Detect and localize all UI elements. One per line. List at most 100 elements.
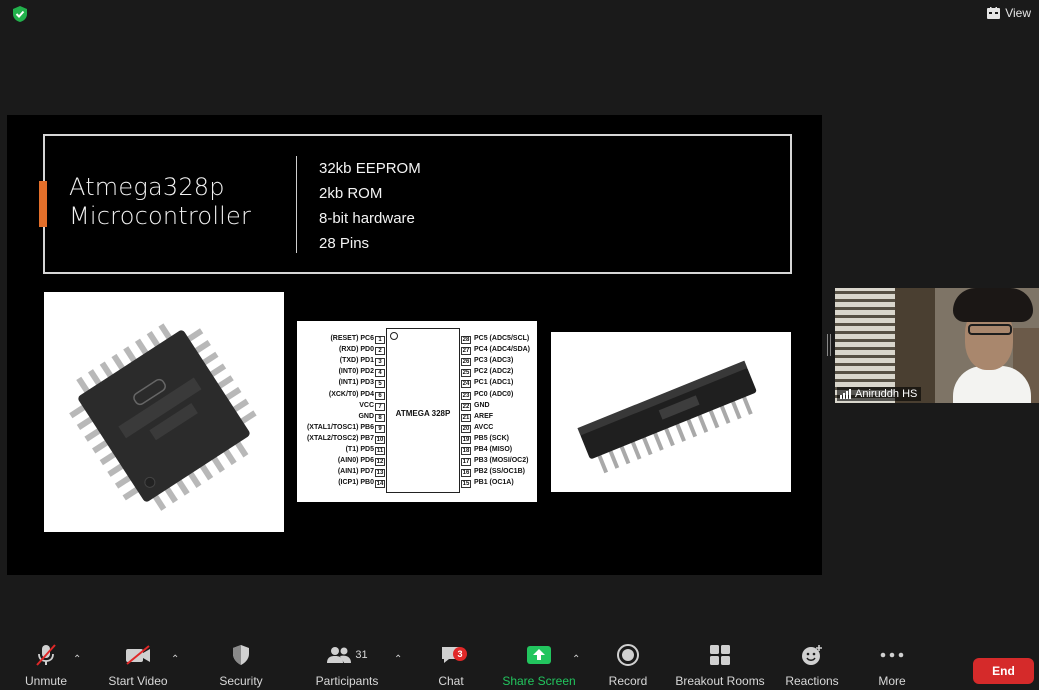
video-background-door [895,288,935,403]
audio-options-caret[interactable]: ⌃ [73,654,81,665]
pin-number-left: 11 [375,447,385,455]
unmute-label: Unmute [24,674,68,688]
pin-number-right: 16 [461,469,471,478]
pin-label-left: (XTAL1/TOSC1) PB6 [306,423,374,431]
camera-off-icon [126,645,150,665]
pin-label-left: (TXD) PD1 [339,357,374,365]
participants-options-caret[interactable]: ⌃ [394,654,402,665]
pin-number-left: 12 [375,458,385,467]
participants-icon [327,647,352,663]
breakout-rooms-icon [710,645,730,665]
panel-resize-handle[interactable] [827,334,831,356]
pin-number-right: 17 [461,458,471,467]
pin-label-right: PC5 (ADC5/SCL) [474,335,530,342]
end-meeting-button[interactable]: End [973,658,1034,684]
record-label: Record [608,674,648,688]
pin-label-left: VCC [359,401,374,409]
more-button[interactable]: More [872,640,912,690]
record-button[interactable]: Record [606,640,650,690]
pin-label-right: PC4 (ADC4/SDA) [474,346,531,354]
pin-number-left: 4 [375,369,385,378]
participants-count: 31 [355,649,368,661]
pin-label-right: PC0 (ADC0) [474,390,514,398]
pin-number-right: 28 [461,336,471,344]
dip-chip-drawing [577,360,757,474]
pin-label-right: PB5 (SCK) [474,434,510,442]
pin1-marker [390,332,398,340]
title-accent-bar [39,181,47,227]
record-icon [617,644,639,666]
slide-title-line1: Atmega328p [69,173,225,201]
reactions-label: Reactions [785,674,839,688]
security-label: Security [219,674,263,688]
dip-chip-image [551,332,791,492]
pin-label-left: (RXD) PD0 [338,346,374,354]
share-options-caret[interactable]: ⌃ [572,654,580,665]
security-button[interactable]: Security [215,640,267,690]
participant-video-tile[interactable]: Aniruddh HS [835,288,1039,403]
pin-label-right: PB3 (MOSI/OC2) [474,457,529,465]
video-person-shirt [953,366,1031,403]
pinout-diagram: ATMEGA 328P (RESET) PC6 1 (RXD) PD0 2 (TXD) … [297,321,537,502]
grid-view-icon [987,7,1001,19]
slide-title-line2: Microcontroller [69,202,252,230]
spec-item: 32kb EEPROM [319,160,421,177]
pin-label-left: (XCK/T0) PD4 [328,390,374,398]
video-options-caret[interactable]: ⌃ [171,654,179,665]
pin-number-left: 8 [375,413,385,422]
zoom-meeting-window: View Atmega328p Microcontroller 32kb EEP… [0,0,1039,690]
breakout-rooms-button[interactable]: Breakout Rooms [675,640,765,690]
video-person-hair [953,288,1033,322]
view-menu-button[interactable]: View [987,4,1031,22]
pin-number-left: 6 [375,391,385,400]
participants-label: Participants [315,674,379,688]
pin-number-right: 20 [461,424,471,433]
pin-label-left: (RESET) PC6 [330,335,374,342]
breakout-rooms-label: Breakout Rooms [675,674,765,688]
pin-label-right: PC3 (ADC3) [474,357,514,365]
microphone-muted-icon [36,644,56,666]
pinout-chip-label: ATMEGA 328P [395,409,451,418]
spec-item: 8-bit hardware [319,210,415,227]
slide-title: Atmega328p Microcontroller [69,173,251,231]
pin-number-right: 18 [461,447,471,455]
shared-screen-slide: Atmega328p Microcontroller 32kb EEPROM 2… [7,115,822,575]
spec-list: 32kb EEPROM 2kb ROM 8-bit hardware 28 Pi… [319,156,421,256]
pin-label-left: (INT0) PD2 [338,368,374,376]
pin-number-left: 14 [375,480,385,489]
view-label: View [1005,6,1031,20]
pin-label-left: (T1) PD5 [345,446,374,453]
unmute-button[interactable]: Unmute [22,640,70,690]
more-label: More [878,674,906,688]
pin-label-left: (INT1) PD3 [338,379,374,387]
share-screen-button[interactable]: Share Screen [502,640,576,690]
pin-number-right: 19 [461,435,471,444]
pin-label-left: (AIN0) PD6 [337,457,374,465]
encryption-shield-icon[interactable] [11,5,29,23]
tqfp-chip-image [44,292,284,532]
pin-number-left: 7 [375,402,385,411]
signal-strength-icon [840,389,851,399]
pin-number-right: 21 [461,413,471,422]
participants-button[interactable]: 31 Participants [313,640,381,690]
pin-label-right: AREF [474,412,494,420]
start-video-label: Start Video [108,674,168,688]
pin-number-left: 1 [375,336,385,344]
pin-number-left: 3 [375,358,385,367]
pinout-chip-body: ATMEGA 328P [386,328,460,493]
pin-label-right: PC1 (ADC1) [474,379,514,387]
pin-number-right: 27 [461,347,471,356]
participant-name: Aniruddh HS [855,388,918,400]
security-shield-icon [233,645,249,665]
video-person-glasses [968,324,1012,335]
pin-number-right: 22 [461,402,471,411]
tqfp-chip-drawing [69,323,257,511]
start-video-button[interactable]: Start Video [106,640,170,690]
pin-label-right: PB2 (SS/OC1B) [474,468,525,476]
reactions-button[interactable]: Reactions [784,640,840,690]
pin-label-right: PB4 (MISO) [474,446,513,453]
pin-number-left: 9 [375,424,385,433]
participant-name-tag: Aniruddh HS [837,387,922,401]
pin-number-left: 13 [375,469,385,478]
spec-item: 2kb ROM [319,185,383,202]
